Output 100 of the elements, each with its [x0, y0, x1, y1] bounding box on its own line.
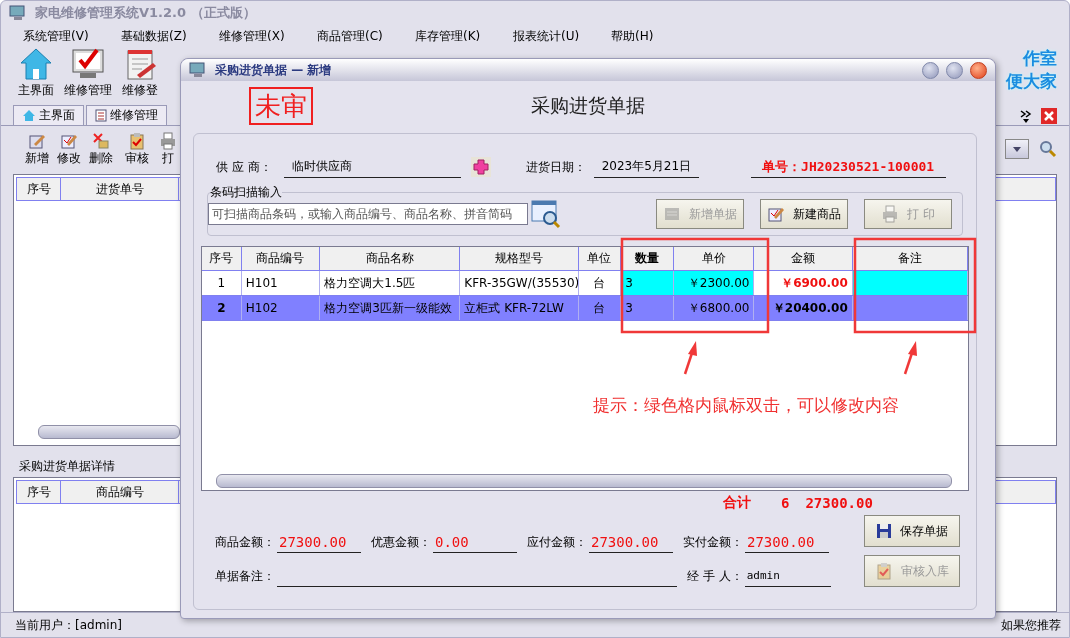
- printer-icon: [159, 131, 177, 150]
- supplier-field[interactable]: 临时供应商: [283, 156, 461, 178]
- field-label: 经 手 人：: [687, 567, 743, 585]
- table-cell: H101: [241, 271, 321, 295]
- toolbar-button[interactable]: 新增: [23, 131, 51, 167]
- column-header[interactable]: 单价: [673, 247, 755, 270]
- column-header[interactable]: 商品编号: [61, 481, 179, 503]
- status-text: 如果您推荐: [1001, 616, 1061, 634]
- column-header[interactable]: 序号: [17, 178, 61, 200]
- minimize-button[interactable]: [922, 61, 939, 79]
- group-title: 条码扫描输入: [210, 184, 282, 201]
- table-row[interactable]: 1 H101 格力空调大1.5匹 KFR-35GW/(35530) 台 3 ￥2300.00 ￥6900.00: [202, 271, 968, 296]
- form-heading: 采购进货单据: [531, 93, 645, 118]
- date-field[interactable]: 2023年5月21日: [593, 156, 699, 178]
- status-text: 当前用户：[admin]: [15, 616, 122, 634]
- house-icon: [22, 109, 36, 122]
- column-header[interactable]: 商品名称: [320, 247, 461, 270]
- table-cell: 立柜式 KFR-72LW: [460, 296, 579, 320]
- menu-item[interactable]: 商品管理(C): [317, 28, 383, 43]
- column-header[interactable]: 商品编号: [241, 247, 321, 270]
- toolbar-button[interactable]: 修改: [55, 131, 83, 167]
- toolbar-button[interactable]: 维修管理: [61, 47, 115, 99]
- close-icon[interactable]: [1041, 108, 1057, 124]
- tab[interactable]: 主界面: [13, 105, 84, 125]
- toolbar-button[interactable]: 主界面: [15, 47, 57, 99]
- monitor-check-icon: [70, 47, 106, 81]
- table-cell: 台: [578, 271, 622, 295]
- window-title: 家电维修管理系统V1.2.0 （正式版）: [35, 4, 256, 22]
- menu-item[interactable]: 维修管理(X): [219, 28, 285, 43]
- table-cell: 3: [621, 296, 674, 320]
- table-cell: 2: [202, 296, 242, 320]
- column-header[interactable]: 进货单号: [61, 178, 179, 200]
- chevron-down-icon[interactable]: [1019, 109, 1033, 123]
- caret-icon: [1013, 146, 1021, 152]
- scrollbar[interactable]: [216, 474, 952, 488]
- brand-text: 作室: [1023, 47, 1057, 70]
- table-cell: 3: [621, 271, 674, 295]
- document-icon: [663, 205, 681, 223]
- table-cell: 格力空调大1.5匹: [320, 271, 461, 295]
- scrollbar[interactable]: [38, 425, 180, 439]
- app-icon: [189, 62, 207, 78]
- field-label: 实付金额：: [683, 533, 743, 551]
- plus-icon[interactable]: [470, 157, 491, 177]
- total-label: 合计: [723, 494, 751, 512]
- tab[interactable]: 维修管理: [86, 105, 167, 125]
- field-label: 进货日期：: [525, 158, 586, 176]
- group-title: 采购进货单据详情: [19, 459, 115, 473]
- search-icon[interactable]: [1039, 140, 1057, 158]
- table-row[interactable]: 2 H102 格力空调3匹新一级能效 立柜式 KFR-72LW 台 3 ￥6800.00 ￥20400.00: [202, 296, 968, 321]
- window-title: 采购进货单据 — 新增: [215, 61, 332, 79]
- total-quantity: 6: [781, 495, 790, 511]
- table-cell: ￥6900.00: [754, 271, 853, 295]
- column-header[interactable]: 数量: [621, 247, 674, 270]
- total-amount: 27300.00: [805, 495, 873, 511]
- menu-item[interactable]: 基础数据(Z): [121, 28, 187, 43]
- arrow: [683, 341, 697, 375]
- column-header[interactable]: 序号: [17, 481, 61, 503]
- table-cell: ￥20400.00: [754, 296, 853, 320]
- menu-item[interactable]: 系统管理(V): [23, 28, 89, 43]
- field-label: 供 应 商：: [216, 158, 272, 176]
- action-button[interactable]: 新建商品: [760, 199, 848, 229]
- table-cell: ￥2300.00: [673, 271, 755, 295]
- action-button[interactable]: 保存单据: [864, 515, 960, 547]
- toolbar-button[interactable]: 打: [157, 131, 179, 167]
- delete-icon: [92, 131, 110, 150]
- brand-text: 便大家: [1006, 70, 1057, 93]
- table-cell: 台: [578, 296, 622, 320]
- table-cell: H102: [241, 296, 321, 320]
- menu-item[interactable]: 帮助(H): [611, 28, 654, 43]
- close-button[interactable]: [970, 61, 987, 79]
- clipboard-icon: [128, 131, 146, 150]
- hint-text: 提示：绿色格内鼠标双击，可以修改内容: [593, 394, 899, 417]
- field-label: 应付金额：: [527, 533, 587, 551]
- arrow: [903, 341, 917, 375]
- clipboard-icon: [875, 562, 893, 580]
- column-header[interactable]: 备注: [852, 247, 968, 270]
- column-header[interactable]: 序号: [202, 247, 242, 270]
- toolbar-button[interactable]: 删除: [87, 131, 115, 167]
- scan-search-icon[interactable]: [531, 199, 561, 229]
- toolbar-button[interactable]: 审核: [123, 131, 151, 167]
- search-field[interactable]: 可扫描商品条码，或输入商品编号、商品名称、拼音简码: [208, 203, 528, 225]
- printer-icon: [881, 205, 900, 223]
- table-cell: KFR-35GW/(35530): [460, 271, 579, 295]
- table-cell: ￥6800.00: [673, 296, 755, 320]
- maximize-button[interactable]: [946, 61, 963, 79]
- toolbar-button[interactable]: 维修登: [119, 47, 161, 99]
- table-cell: 1: [202, 271, 242, 295]
- dropdown-button[interactable]: [1005, 139, 1029, 159]
- field-label: 商品金额：: [215, 533, 275, 551]
- column-header[interactable]: 单位: [578, 247, 622, 270]
- house-icon: [19, 47, 53, 81]
- menu-item[interactable]: 报表统计(U): [513, 28, 580, 43]
- table-cell: 格力空调3匹新一级能效: [320, 296, 461, 320]
- list-icon: [95, 109, 107, 122]
- column-header[interactable]: 规格型号: [460, 247, 579, 270]
- column-header[interactable]: 金额: [754, 247, 853, 270]
- menu-item[interactable]: 库存管理(K): [415, 28, 481, 43]
- pencil-note-icon: [767, 205, 785, 223]
- order-number: 单号：JH20230521-100001: [750, 156, 946, 178]
- handler-field[interactable]: admin: [744, 565, 831, 587]
